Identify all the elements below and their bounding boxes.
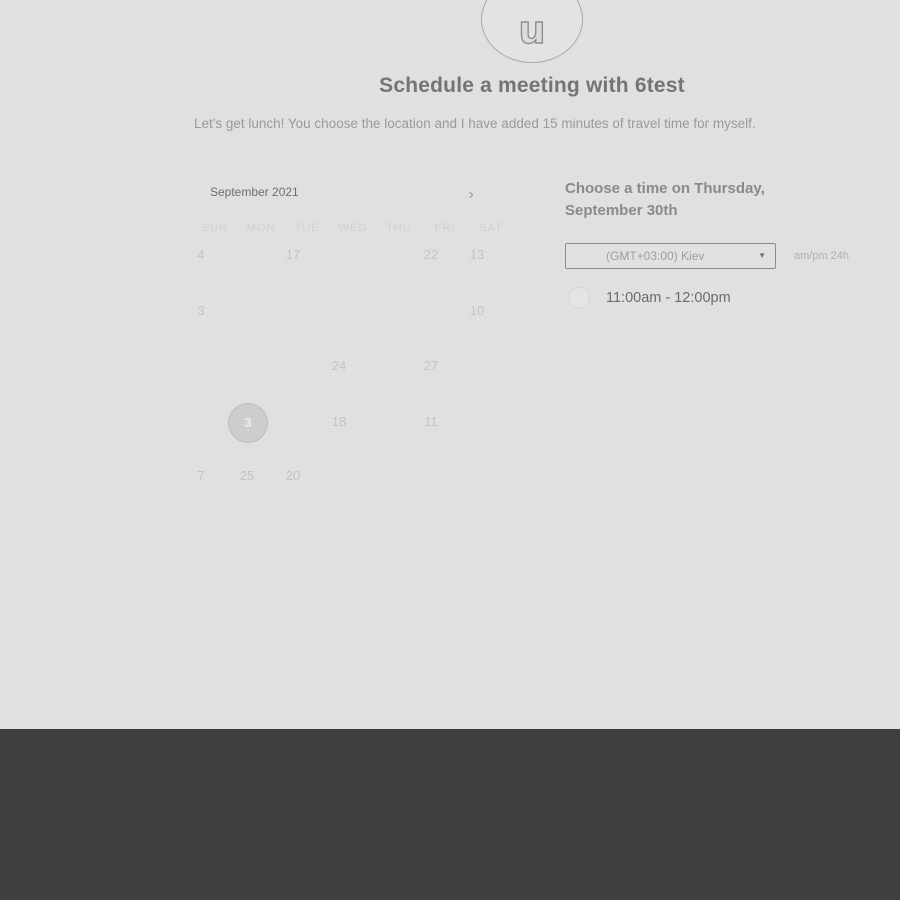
time-panel: Choose a time on Thursday, September 30t… [565,178,885,309]
calendar-day[interactable]: 17 [273,235,313,275]
footer-band [0,729,900,900]
avatar: u [481,0,583,63]
weekday-label: THU [386,222,412,234]
month-label: September 2021 [210,185,299,199]
calendar: September 2021 › SUN MON TUE WED THU FRI… [195,180,515,520]
weekday-label: MON [246,222,276,234]
calendar-day[interactable]: 11 [411,402,451,442]
weekday-label: WED [338,222,368,234]
weekday-label: FRI [434,222,456,234]
page: u Schedule a meeting with 6test Let's ge… [0,0,900,900]
calendar-day[interactable]: 27 [411,346,451,386]
calendar-day[interactable]: 13 [457,235,497,275]
meeting-description: Let's get lunch! You choose the location… [194,116,756,131]
next-month-button[interactable]: › [461,185,481,205]
calendar-day[interactable]: 7 [181,456,221,496]
calendar-day[interactable]: 20 [273,456,313,496]
chevron-right-icon: › [468,186,474,203]
page-title: Schedule a meeting with 6test [379,74,685,97]
radio-button[interactable] [568,287,590,309]
weekday-label: SAT [479,222,503,234]
calendar-day[interactable]: 22 [411,235,451,275]
time-slot-label: 11:00am - 12:00pm [606,290,731,306]
weekday-label: TUE [294,222,320,234]
time-heading: Choose a time on Thursday, September 30t… [565,180,765,219]
calendar-day[interactable]: 10 [457,291,497,331]
scheduler-panel: u Schedule a meeting with 6test Let's ge… [0,0,900,729]
time-format-toggle[interactable]: am/pm 24h [794,250,849,262]
calendar-day[interactable]: 4 [181,235,221,275]
calendar-day[interactable]: 3 [181,291,221,331]
timezone-select[interactable]: (GMT+03:00) Kiev ▼ [565,243,776,269]
calendar-day-selected[interactable]: 3 [228,403,268,443]
avatar-letter: u [518,7,546,52]
calendar-day[interactable]: 25 [227,456,267,496]
time-slot-option[interactable]: 11:00am - 12:00pm [568,286,731,310]
calendar-day[interactable]: 24 [319,346,359,386]
weekday-label: SUN [201,222,229,234]
timezone-value: (GMT+03:00) Kiev [606,249,705,263]
calendar-day[interactable]: 18 [319,402,359,442]
caret-down-icon: ▼ [758,251,766,260]
